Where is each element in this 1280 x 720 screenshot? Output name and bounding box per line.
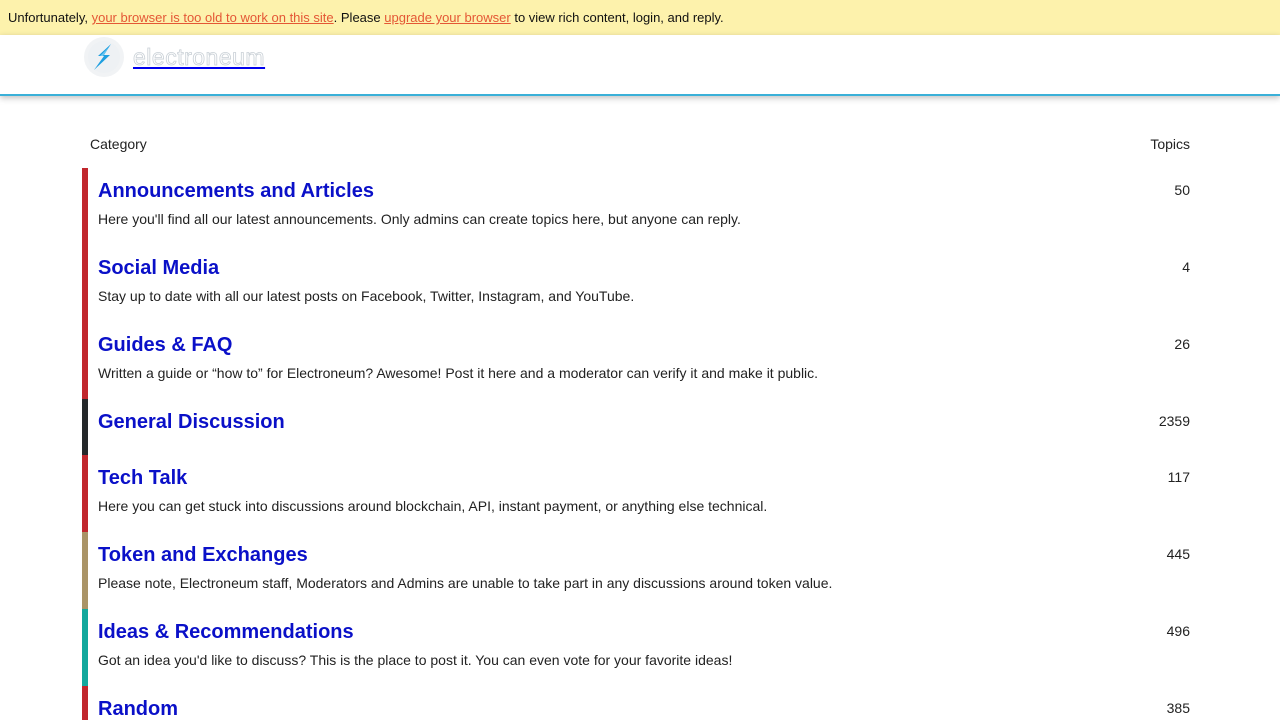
category-title-link[interactable]: Random	[98, 696, 178, 720]
category-row-top: Announcements and Articles 50	[98, 178, 1190, 204]
category-title-link[interactable]: Announcements and Articles	[98, 178, 374, 204]
category-table: Category Topics Announcements and Articl…	[82, 126, 1198, 720]
browser-warning-banner: Unfortunately, your browser is too old t…	[0, 0, 1280, 35]
category-row-top: Token and Exchanges 445	[98, 542, 1190, 568]
logo-wordmark: electroneum	[133, 43, 266, 70]
category-description: Written a guide or “how to” for Electron…	[98, 365, 819, 381]
category-row-top: Guides & FAQ 26	[98, 332, 1190, 358]
category-row: General Discussion 2359	[82, 399, 1198, 455]
category-row: Random 385	[82, 686, 1198, 720]
topic-count: 50	[1174, 182, 1190, 198]
site-header: electroneum	[0, 35, 1280, 96]
topic-count: 496	[1166, 623, 1190, 639]
topic-count: 4	[1182, 259, 1190, 275]
topic-count: 117	[1167, 469, 1190, 485]
category-description: Here you'll find all our latest announce…	[98, 211, 741, 227]
topic-count: 445	[1166, 546, 1190, 562]
notice-prefix: Unfortunately,	[8, 10, 92, 25]
category-title-link[interactable]: General Discussion	[98, 409, 285, 435]
topic-count: 385	[1166, 700, 1190, 716]
category-row-top: Social Media 4	[98, 255, 1190, 281]
notice-suffix: to view rich content, login, and reply.	[510, 10, 724, 25]
topic-count: 2359	[1158, 413, 1190, 429]
topic-count: 26	[1174, 336, 1190, 352]
category-row-top: Ideas & Recommendations 496	[98, 619, 1190, 645]
category-row: Token and Exchanges 445 Please note, Elect…	[82, 532, 1198, 609]
category-description: Stay up to date with all our latest post…	[98, 288, 635, 304]
category-column-header: Category	[90, 136, 147, 152]
lightning-bolt-icon	[84, 37, 124, 77]
category-row: Tech Talk 117 Here you can get stuck into …	[82, 455, 1198, 532]
category-title-link[interactable]: Social Media	[98, 255, 219, 281]
category-row-top: Tech Talk 117	[98, 465, 1190, 491]
category-row-top: Random 385	[98, 696, 1190, 720]
category-title-link[interactable]: Guides & FAQ	[98, 332, 232, 358]
upgrade-browser-link[interactable]: upgrade your browser	[384, 10, 510, 25]
category-title-link[interactable]: Token and Exchanges	[98, 542, 308, 568]
topics-column-header: Topics	[1150, 136, 1190, 152]
category-description: Got an idea you'd like to discuss? This …	[98, 652, 733, 668]
category-title-link[interactable]: Ideas & Recommendations	[98, 619, 354, 645]
category-row: Guides & FAQ 26 Written a guide or “how to…	[82, 322, 1198, 399]
category-row: Social Media 4 Stay up to date with all ou…	[82, 245, 1198, 322]
category-row-top: General Discussion 2359	[98, 409, 1190, 435]
category-list: Announcements and Articles 50 Here you'll …	[82, 168, 1198, 720]
notice-middle: . Please	[333, 10, 385, 25]
category-description: Here you can get stuck into discussions …	[98, 498, 768, 514]
category-title-link[interactable]: Tech Talk	[98, 465, 187, 491]
category-description: Please note, Electroneum staff, Moderato…	[98, 575, 833, 591]
site-logo[interactable]: electroneum	[84, 37, 265, 77]
browser-too-old-link[interactable]: your browser is too old to work on this …	[92, 10, 334, 25]
table-header: Category Topics	[82, 126, 1198, 168]
category-row: Ideas & Recommendations 496 Got an idea yo…	[82, 609, 1198, 686]
category-row: Announcements and Articles 50 Here you'll …	[82, 168, 1198, 245]
